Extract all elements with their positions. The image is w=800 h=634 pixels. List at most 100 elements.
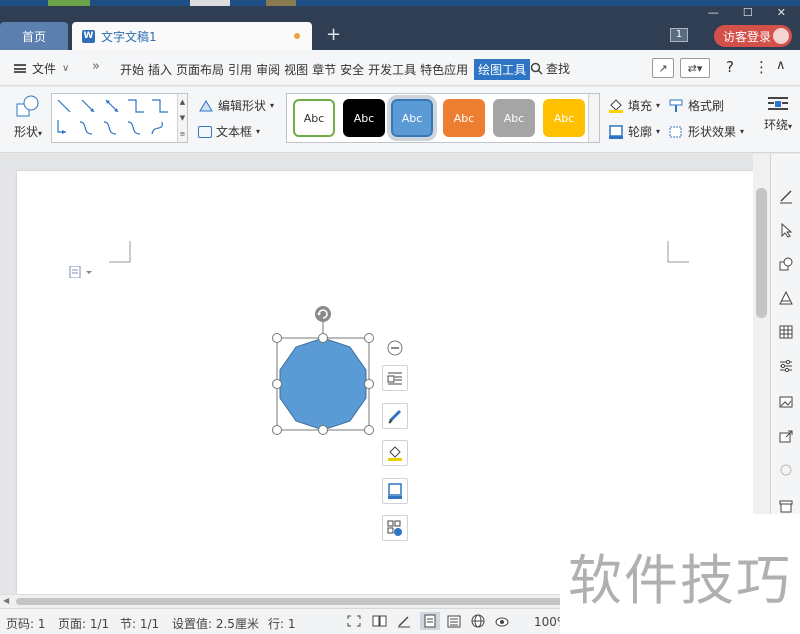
style-orange[interactable]: Abc xyxy=(443,99,485,137)
shape-icon xyxy=(16,95,40,117)
menu-tab-drawing-tools[interactable]: 绘图工具 xyxy=(474,59,531,80)
resize-handle-w[interactable] xyxy=(272,379,282,389)
shape-button[interactable]: 形状▾ xyxy=(8,95,48,140)
shape-effect-button[interactable]: 形状效果 ▾ xyxy=(668,123,744,140)
status-setting[interactable]: 设置值: 2.5厘米 xyxy=(172,615,259,632)
shape-style-button[interactable] xyxy=(382,403,408,429)
pen-icon[interactable] xyxy=(778,188,794,204)
horizontal-scroll-thumb[interactable] xyxy=(16,598,576,605)
text-box-button[interactable]: 文本框 ▾ xyxy=(198,123,260,140)
wrap-text-button[interactable]: 环绕▾ xyxy=(758,95,798,133)
crop-mark-top-left xyxy=(109,241,131,263)
web-view-icon[interactable] xyxy=(470,614,486,628)
fill-button[interactable]: 填充 ▾ xyxy=(608,97,660,114)
wrap-label: 环绕 xyxy=(763,118,788,132)
window-controls: — ☐ ✕ xyxy=(708,6,786,20)
page-view-icon[interactable] xyxy=(420,612,440,630)
eye-protection-icon[interactable] xyxy=(494,614,510,628)
menu-bar: 文件 ∨ » 开始 插入 页面布局 引用 审阅 视图 章节 安全 开发工具 特色… xyxy=(0,50,800,86)
crop-mark-top-right xyxy=(667,241,689,263)
reading-mode-icon[interactable] xyxy=(372,614,388,628)
style-icon[interactable] xyxy=(778,290,794,306)
sync-icon[interactable] xyxy=(778,462,794,478)
login-label: 访客登录 xyxy=(723,29,772,44)
guest-login-button[interactable]: 访客登录 xyxy=(714,25,792,47)
sync-button[interactable]: ⇄▾ xyxy=(680,58,710,78)
new-tab-button[interactable]: + xyxy=(326,24,341,45)
shapes-icon[interactable] xyxy=(778,256,794,272)
tab-home[interactable]: 首页 xyxy=(0,22,68,50)
menu-tab-references[interactable]: 引用 xyxy=(226,59,254,80)
style-blue[interactable]: Abc xyxy=(387,95,437,141)
file-menu-label: 文件 xyxy=(32,62,57,76)
fill-bucket-icon xyxy=(609,98,623,113)
style-gold[interactable]: Abc xyxy=(543,99,585,137)
style-label: Abc xyxy=(503,111,525,125)
float-effect-button[interactable] xyxy=(382,515,408,541)
resize-handle-s[interactable] xyxy=(318,425,328,435)
fill-label: 填充 xyxy=(628,99,653,113)
paragraph-marker-icon[interactable] xyxy=(69,266,97,278)
style-black[interactable]: Abc xyxy=(343,99,385,137)
outline-view-icon[interactable] xyxy=(446,614,462,628)
share-button[interactable]: ↗ xyxy=(652,58,674,78)
vertical-scroll-thumb[interactable] xyxy=(756,188,767,318)
resize-handle-nw[interactable] xyxy=(272,333,282,343)
word-doc-icon: W xyxy=(82,29,95,43)
resize-handle-ne[interactable] xyxy=(364,333,374,343)
style-gallery-scroll[interactable] xyxy=(588,94,599,142)
share-icon[interactable] xyxy=(778,428,794,444)
more-menus-button[interactable]: » xyxy=(92,59,100,74)
resize-handle-sw[interactable] xyxy=(272,425,282,435)
menu-tab-review[interactable]: 审阅 xyxy=(254,59,282,80)
float-fill-button[interactable] xyxy=(382,440,408,466)
menu-tab-chapter[interactable]: 章节 xyxy=(310,59,338,80)
collapse-toolbar-icon[interactable] xyxy=(387,340,403,356)
menu-tab-page-layout[interactable]: 页面布局 xyxy=(174,59,226,80)
tab-document-label: 文字文稿1 xyxy=(101,29,157,44)
search-button[interactable]: 查找 xyxy=(530,60,570,77)
format-painter-label: 格式刷 xyxy=(688,99,725,113)
table-icon[interactable] xyxy=(778,324,794,340)
menu-tab-security[interactable]: 安全 xyxy=(338,59,366,80)
focus-mode-icon[interactable] xyxy=(346,614,362,628)
more-options-button[interactable]: ⋮ xyxy=(754,58,769,76)
collapse-ribbon-button[interactable]: ∧ xyxy=(776,58,786,73)
resize-handle-se[interactable] xyxy=(364,425,374,435)
resize-handle-e[interactable] xyxy=(364,379,374,389)
cursor-icon[interactable] xyxy=(778,222,794,238)
menu-tab-insert[interactable]: 插入 xyxy=(146,59,174,80)
menu-tab-features[interactable]: 特色应用 xyxy=(418,59,470,80)
line-shapes-gallery[interactable]: ▲ ▼ ≡ xyxy=(51,93,188,143)
menu-tab-developer[interactable]: 开发工具 xyxy=(366,59,418,80)
minimize-button[interactable]: — xyxy=(708,6,719,20)
outline-button[interactable]: 轮廓 ▾ xyxy=(608,123,660,140)
menu-tab-view[interactable]: 视图 xyxy=(282,59,310,80)
gallery-scroll[interactable]: ▲ ▼ ≡ xyxy=(177,94,187,142)
edit-shape-button[interactable]: 编辑形状 ▾ xyxy=(198,97,274,114)
maximize-button[interactable]: ☐ xyxy=(743,6,753,20)
menu-tab-start[interactable]: 开始 xyxy=(118,59,146,80)
settings-sliders-icon[interactable] xyxy=(778,358,794,374)
help-button[interactable]: ? xyxy=(726,58,734,76)
scroll-left-icon[interactable]: ◀ xyxy=(3,596,9,605)
format-painter-button[interactable]: 格式刷 xyxy=(668,97,724,114)
float-outline-button[interactable] xyxy=(382,478,408,504)
sync-icon: ⇄▾ xyxy=(680,58,710,78)
layout-options-button[interactable] xyxy=(382,365,408,391)
image-icon[interactable] xyxy=(778,394,794,410)
rotate-handle-icon[interactable] xyxy=(314,305,332,323)
tab-document[interactable]: W 文字文稿1 xyxy=(72,22,312,50)
style-label: Abc xyxy=(303,111,325,125)
window-count-badge[interactable]: 1 xyxy=(670,28,688,42)
style-white[interactable]: Abc xyxy=(293,99,335,137)
style-gray[interactable]: Abc xyxy=(493,99,535,137)
close-button[interactable]: ✕ xyxy=(777,6,786,20)
help-icon: ? xyxy=(726,58,734,76)
resize-handle-n[interactable] xyxy=(318,333,328,343)
edit-mode-icon[interactable] xyxy=(396,614,412,628)
style-label: Abc xyxy=(453,111,475,125)
file-menu[interactable]: 文件 ∨ xyxy=(14,60,69,77)
archive-icon[interactable] xyxy=(778,498,794,514)
brush-icon xyxy=(388,409,402,424)
